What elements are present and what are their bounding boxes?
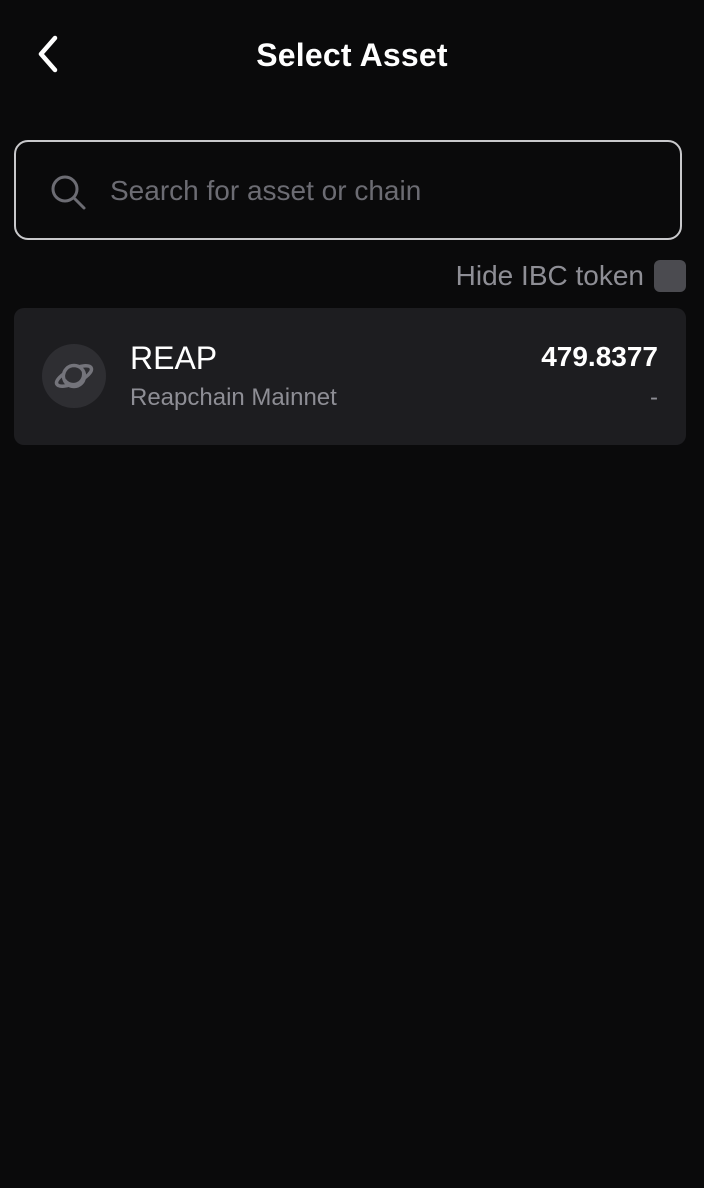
hide-ibc-toggle[interactable]: Hide IBC token [456,258,686,294]
asset-symbol: REAP [130,340,218,376]
search-box[interactable] [14,140,682,240]
search-icon [48,172,88,212]
page-title: Select Asset [256,37,448,73]
hide-ibc-checkbox[interactable] [654,260,686,292]
asset-fiat-value: - [650,384,658,411]
planet-icon [42,344,106,408]
hide-ibc-label: Hide IBC token [455,260,644,291]
asset-chain: Reapchain Mainnet [130,384,337,411]
asset-balance: 479.8377 [541,341,658,372]
search-input[interactable] [110,164,650,218]
header: Select Asset [0,0,704,112]
asset-list-item[interactable]: REAP Reapchain Mainnet 479.8377 - [14,308,686,445]
